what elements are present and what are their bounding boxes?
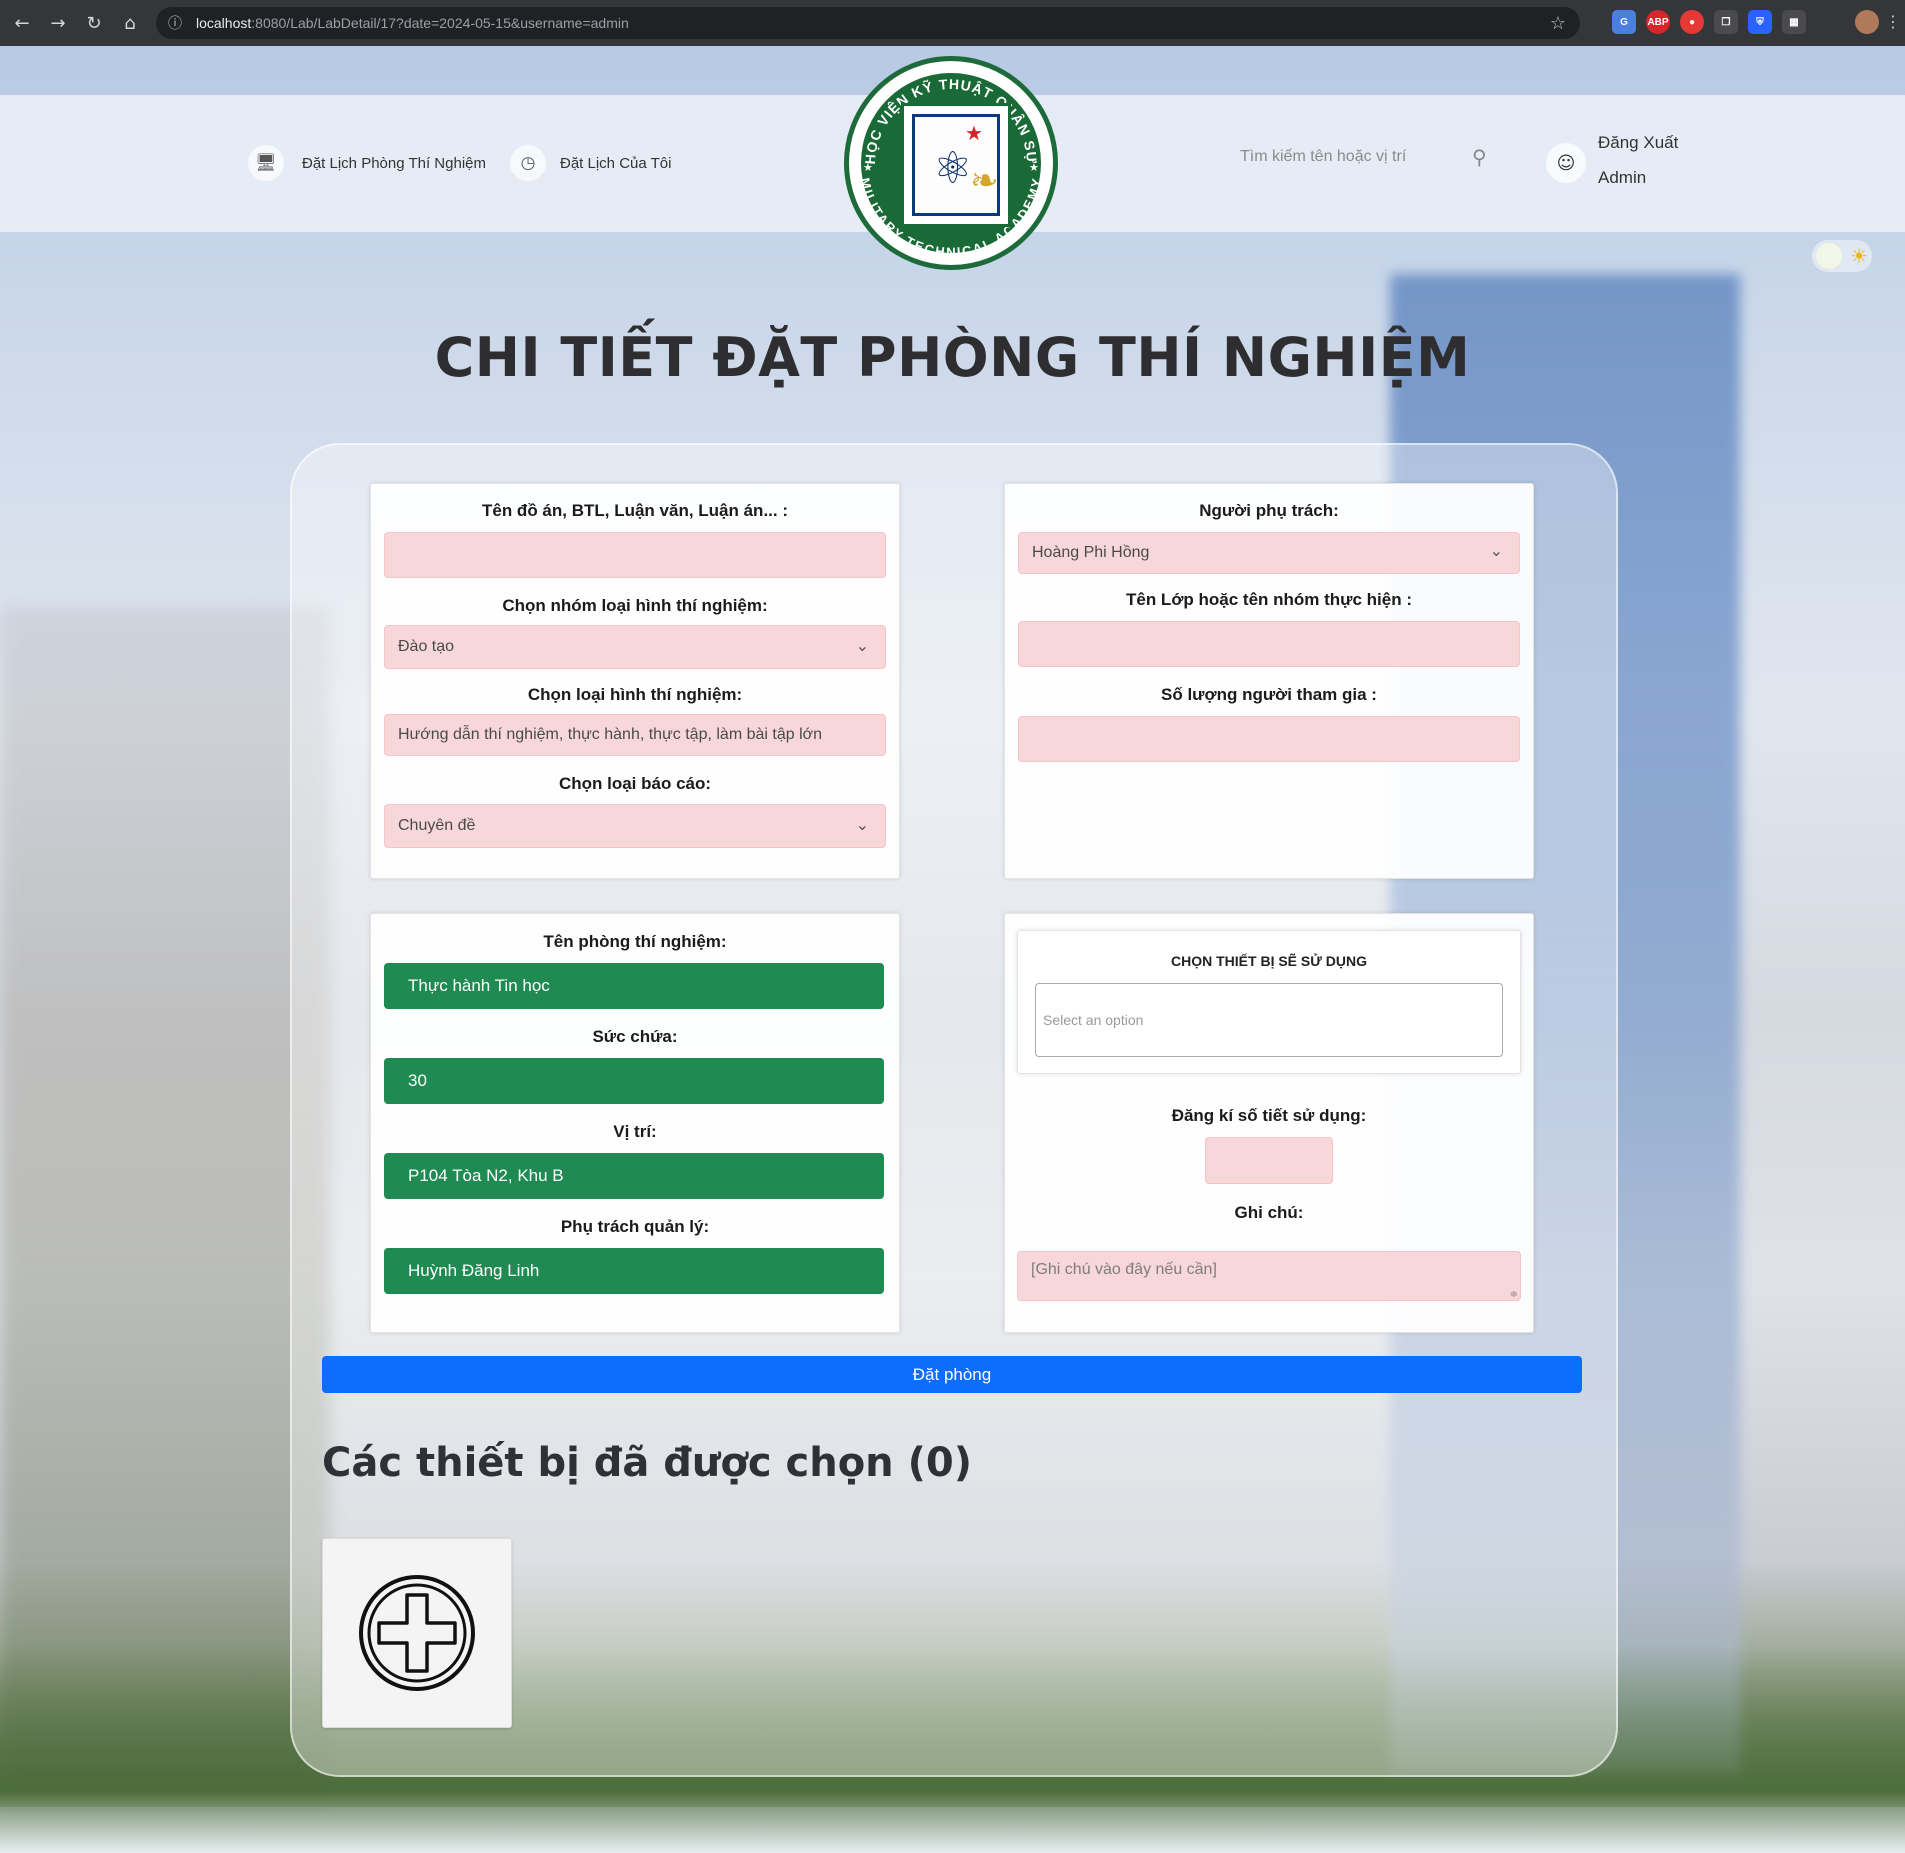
user-icon[interactable]: ☺ (1546, 143, 1586, 183)
chevron-down-icon: ⌄ (855, 817, 869, 834)
class-name-label: Tên Lớp hoặc tên nhóm thực hiện : (1125, 590, 1412, 609)
experiment-group-select[interactable]: Đào tạo ⌄ (384, 625, 886, 669)
capacity-label: Sức chứa: (592, 1027, 678, 1046)
participants-label: Số lượng người tham gia : (1161, 685, 1377, 704)
logo-emblem: ★ ⚛ ❧ (901, 103, 1011, 227)
academy-logo[interactable]: HỌC VIỆN KỸ THUẬT QUÂN SỰ MILITARY TECHN… (844, 56, 1058, 270)
participants-field[interactable] (1018, 716, 1520, 762)
project-name-label: Tên đồ án, BTL, Luận văn, Luận án... : (481, 501, 788, 520)
experiment-type-select[interactable]: Hướng dẫn thí nghiệm, thực hành, thực tậ… (384, 714, 886, 756)
periods-label: Đăng kí số tiết sử dụng: (1171, 1106, 1367, 1125)
report-type-label: Chọn loại báo cáo: (558, 774, 712, 793)
supervisor-select[interactable]: Hoàng Phi Hồng ⌄ (1018, 532, 1520, 574)
device-select-box: CHỌN THIẾT BỊ SẼ SỬ DỤNG Select an optio… (1017, 930, 1521, 1074)
svg-text:★: ★ (1029, 161, 1039, 174)
supervisor-label: Người phụ trách: (1199, 501, 1339, 520)
experiment-group-label: Chọn nhóm loại hình thí nghiệm: (502, 596, 768, 615)
translate-extension-icon[interactable]: G (1612, 10, 1636, 34)
add-device-card[interactable] (322, 1538, 512, 1728)
add-circle-icon (359, 1575, 475, 1691)
back-icon[interactable]: ← (8, 9, 36, 37)
search-icon[interactable]: ⚲ (1472, 145, 1487, 169)
clock-icon: ◷ (510, 145, 546, 181)
lab-name-value: Thực hành Tin học (384, 963, 884, 1009)
atom-icon: ⚛ (933, 143, 973, 194)
note-label: Ghi chú: (1234, 1203, 1304, 1222)
logo-star-icon: ★ (965, 121, 983, 145)
lab-name-label: Tên phòng thí nghiệm: (543, 932, 727, 951)
resize-handle-icon[interactable]: ≑ (1510, 1289, 1518, 1300)
adblock-extension-icon[interactable]: ABP (1646, 10, 1670, 34)
nav-book-lab-label: Đặt Lịch Phòng Thí Nghiệm (302, 154, 486, 172)
search-box: ⚲ (1238, 145, 1487, 169)
project-name-field[interactable] (384, 532, 886, 578)
selected-devices-title: Các thiết bị đã được chọn (0) (322, 1440, 972, 1486)
profile-avatar[interactable] (1855, 10, 1879, 34)
site-info-icon[interactable]: ⓘ (168, 13, 190, 33)
class-name-field[interactable] (1018, 621, 1520, 667)
sun-icon: ☀ (1850, 244, 1868, 268)
note-textarea[interactable]: [Ghi chú vào đây nếu cần] ≑ (1017, 1251, 1521, 1301)
participants-input[interactable] (1032, 717, 1519, 761)
location-value: P104 Tòa N2, Khu B (384, 1153, 884, 1199)
toggle-knob (1816, 243, 1842, 269)
search-input[interactable] (1238, 147, 1452, 167)
address-bar[interactable]: ⓘ localhost:8080/Lab/LabDetail/17?date=2… (156, 7, 1580, 39)
bookmark-star-icon[interactable]: ☆ (1550, 13, 1566, 34)
svg-text:★: ★ (863, 161, 873, 174)
project-form-card: Tên đồ án, BTL, Luận văn, Luận án... : C… (370, 483, 900, 879)
experiment-type-label: Chọn loại hình thí nghiệm: (527, 685, 743, 704)
device-multiselect[interactable]: Select an option (1035, 983, 1503, 1057)
logo-shield: ★ ⚛ ❧ (912, 114, 1000, 216)
username-label: Admin (1598, 168, 1647, 187)
note-placeholder: [Ghi chú vào đây nếu cần] (1031, 1261, 1217, 1278)
puzzle-extension-icon[interactable]: ▦ (1782, 10, 1806, 34)
home-icon[interactable]: ⌂ (116, 9, 144, 37)
nav-my-schedule[interactable]: ◷ Đặt Lịch Của Tôi (510, 145, 671, 181)
capacity-value: 30 (384, 1058, 884, 1104)
stop-extension-icon[interactable]: ● (1680, 10, 1704, 34)
supervisor-value: Hoàng Phi Hồng (1032, 544, 1150, 561)
page-title: CHI TIẾT ĐẶT PHÒNG THÍ NGHIỆM (434, 326, 1471, 389)
people-form-card: Người phụ trách: Hoàng Phi Hồng ⌄ Tên Lớ… (1004, 483, 1534, 879)
shield-extension-icon[interactable]: ⛨ (1748, 10, 1772, 34)
report-type-select[interactable]: Chuyên đề ⌄ (384, 804, 886, 848)
theme-toggle[interactable]: ☀ (1812, 240, 1872, 272)
location-label: Vị trí: (613, 1122, 657, 1141)
chevron-down-icon: ⌄ (855, 638, 869, 655)
reload-icon[interactable]: ↻ (80, 9, 108, 37)
report-type-value: Chuyên đề (398, 817, 476, 834)
browser-toolbar: ← → ↻ ⌂ ⓘ localhost:8080/Lab/LabDetail/1… (0, 0, 1905, 46)
devices-label: CHỌN THIẾT BỊ SẼ SỬ DỤNG (1171, 953, 1367, 969)
class-name-input[interactable] (1032, 622, 1519, 666)
url-text: localhost:8080/Lab/LabDetail/17?date=202… (196, 15, 629, 31)
periods-input[interactable] (1219, 1138, 1332, 1183)
forward-icon[interactable]: → (44, 9, 72, 37)
monitor-icon: 🖥 (248, 145, 284, 181)
device-form-card: CHỌN THIẾT BỊ SẼ SỬ DỤNG Select an optio… (1004, 913, 1534, 1333)
manager-label: Phụ trách quản lý: (560, 1217, 710, 1236)
periods-field[interactable] (1205, 1137, 1333, 1184)
copy-extension-icon[interactable]: ❐ (1714, 10, 1738, 34)
chevron-down-icon: ⌄ (1489, 543, 1503, 560)
logout-link[interactable]: Đăng Xuất (1598, 133, 1678, 153)
extension-icons: G ABP ● ❐ ⛨ ▦ (1612, 10, 1806, 34)
book-room-button[interactable]: Đặt phòng (322, 1356, 1582, 1393)
wheat-icon: ❧ (970, 161, 999, 201)
background-building-left (0, 606, 330, 1806)
project-name-input[interactable] (398, 533, 885, 577)
experiment-group-value: Đào tạo (398, 638, 455, 655)
nav-book-lab[interactable]: 🖥 Đặt Lịch Phòng Thí Nghiệm (248, 145, 486, 181)
lab-info-card: Tên phòng thí nghiệm: Thực hành Tin học … (370, 913, 900, 1333)
nav-my-schedule-label: Đặt Lịch Của Tôi (560, 154, 672, 172)
menu-dots-icon[interactable]: ⋮ (1885, 12, 1901, 31)
manager-value: Huỳnh Đăng Linh (384, 1248, 884, 1294)
device-select-placeholder: Select an option (1043, 1012, 1144, 1028)
experiment-type-value: Hướng dẫn thí nghiệm, thực hành, thực tậ… (398, 726, 823, 743)
